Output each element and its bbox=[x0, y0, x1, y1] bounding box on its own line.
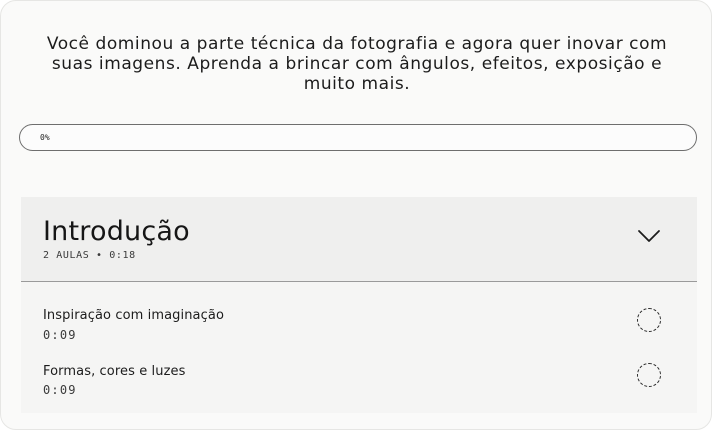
progress-label: 0% bbox=[40, 133, 50, 142]
incomplete-circle-icon[interactable] bbox=[637, 363, 661, 387]
module-meta: 2 AULAS • 0:18 bbox=[43, 250, 136, 261]
lesson-duration: 0:09 bbox=[43, 328, 77, 342]
course-description: Você dominou a parte técnica da fotograf… bbox=[46, 34, 668, 94]
incomplete-circle-icon[interactable] bbox=[637, 308, 661, 332]
module-title: Introdução bbox=[43, 216, 190, 247]
lesson-title: Inspiração com imaginação bbox=[43, 308, 224, 323]
lesson-item[interactable]: Inspiração com imaginação 0:09 bbox=[21, 298, 697, 354]
lesson-item[interactable]: Formas, cores e luzes 0:09 bbox=[21, 354, 697, 410]
lesson-list: Inspiração com imaginação 0:09 Formas, c… bbox=[21, 282, 697, 413]
chevron-down-icon[interactable] bbox=[636, 223, 662, 249]
module-header[interactable]: Introdução 2 AULAS • 0:18 bbox=[21, 197, 697, 282]
progress-bar: 0% bbox=[19, 124, 697, 151]
lesson-title: Formas, cores e luzes bbox=[43, 364, 186, 379]
lesson-duration: 0:09 bbox=[43, 383, 77, 397]
